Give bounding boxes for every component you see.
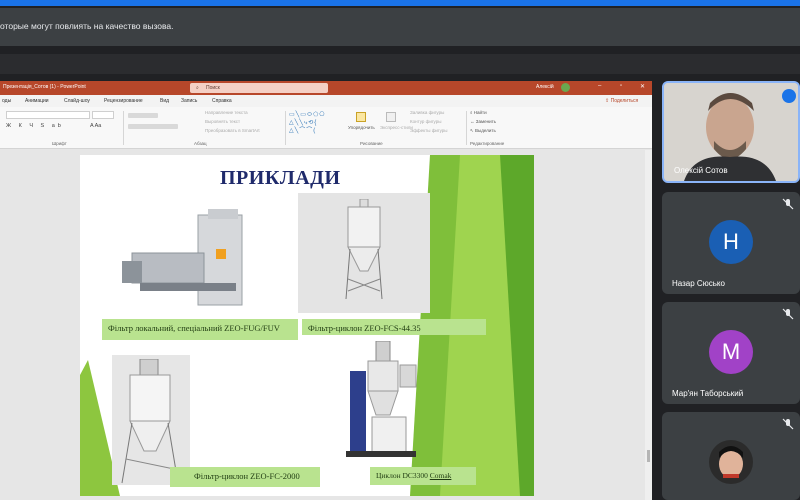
tab-review[interactable]: Рецензирование — [104, 98, 143, 104]
shape-outline-button[interactable]: Контур фигуры — [410, 119, 441, 124]
tab-view[interactable]: Вид — [160, 98, 169, 104]
ribbon-panel: Ж К Ч S ab A Aa Шрифт Направление текста… — [0, 107, 652, 149]
presentation-header-bar — [0, 54, 800, 74]
mic-off-icon — [782, 198, 794, 210]
arrange-button[interactable]: Упорядочить — [348, 125, 375, 130]
participant-name: Назар Сюсько — [672, 279, 725, 288]
shapes-gallery[interactable]: ▭╲▭⬭⬠⎔ △╲╲⤷⟲{△╲⌒⌒( — [289, 111, 345, 135]
tab-record[interactable]: Запись — [181, 98, 197, 104]
replace-button[interactable]: ↔ Заменить — [470, 119, 496, 124]
participant-name: Мар'ян Таборський — [672, 389, 744, 398]
close-icon[interactable]: ✕ — [640, 83, 645, 90]
account-avatar[interactable] — [561, 83, 570, 92]
tab-transitions[interactable]: оды — [2, 98, 11, 104]
search-box[interactable]: ⌕ Поиск — [190, 83, 328, 93]
filter-zeo-fcs-image — [345, 199, 383, 300]
drawing-group-label: Рисование — [360, 141, 383, 146]
shape-effects-button[interactable]: Эффекты фигуры — [410, 128, 448, 133]
shape-fill-button[interactable]: Заливка фигуры — [410, 110, 444, 115]
vertical-scrollbar[interactable] — [645, 150, 652, 500]
tab-slideshow[interactable]: Слайд-шоу — [64, 98, 90, 104]
mic-off-icon — [782, 308, 794, 320]
font-name-box[interactable] — [6, 111, 90, 119]
mic-off-icon — [782, 418, 794, 430]
minimize-icon[interactable]: – — [598, 83, 601, 89]
speaking-indicator-icon — [782, 89, 796, 103]
avatar: Н — [709, 220, 753, 264]
maximize-icon[interactable]: ▫ — [620, 83, 622, 89]
search-placeholder: Поиск — [206, 85, 220, 91]
arrange-icon[interactable] — [356, 112, 366, 122]
text-direction-button[interactable]: Направление текста — [205, 110, 248, 115]
font-color-icon[interactable]: A Aa — [90, 123, 101, 129]
tab-help[interactable]: Справка — [212, 98, 232, 104]
align-text-button[interactable]: Выровнять текст — [205, 119, 240, 124]
editing-group-label: Редактирование — [470, 141, 505, 146]
font-format-icons[interactable]: Ж К Ч S ab — [6, 123, 64, 129]
tab-animations[interactable]: Анимации — [25, 98, 49, 104]
list-icons[interactable] — [128, 113, 158, 118]
avatar — [709, 440, 753, 484]
paragraph-group-label: Абзац — [194, 141, 207, 146]
participant-tile-speaking[interactable]: Олексій Сотов — [662, 81, 800, 183]
shared-powerpoint-window: Презентація_Сотов (1) - PowerPoint ⌕ Пои… — [0, 81, 652, 500]
participant-tile[interactable] — [662, 412, 800, 500]
font-size-box[interactable] — [92, 111, 114, 119]
slide: ПРИКЛАДИ Фільтр локальний, спеціальний Z… — [80, 155, 534, 496]
top-accent-bar — [0, 0, 800, 6]
caption-cyclone-dc3300: Циклон DC3300 Comak — [370, 467, 476, 485]
font-group-label: Шрифт — [52, 141, 67, 146]
quick-styles-icon[interactable] — [386, 112, 396, 122]
align-icons[interactable] — [128, 124, 178, 129]
notification-text: оторые могут повлиять на качество вызова… — [0, 21, 174, 31]
call-quality-notification: оторые могут повлиять на качество вызова… — [0, 8, 800, 46]
slide-title: ПРИКЛАДИ — [220, 167, 341, 189]
powerpoint-titlebar: Презентація_Сотов (1) - PowerPoint ⌕ Пои… — [0, 81, 652, 95]
select-button[interactable]: ↖ Выделить — [470, 128, 496, 134]
account-name[interactable]: Алексій — [536, 84, 554, 90]
search-icon: ⌕ — [196, 85, 199, 91]
caption-cyclone-fc: Фільтр-циклон ZEO-FC-2000 — [170, 467, 320, 487]
smartart-button[interactable]: Преобразовать в SmartArt — [205, 128, 260, 133]
filter-zeo-fug-image — [122, 209, 243, 306]
quick-styles-button[interactable]: Экспресс-стили — [380, 125, 413, 130]
caption-cyclone-fcs: Фільтр-циклон ZEO-FCS-44.35 — [302, 319, 486, 335]
share-button[interactable]: ⇪ Поделиться — [605, 98, 638, 104]
participant-tile[interactable]: М Мар'ян Таборський — [662, 302, 800, 404]
participant-tile[interactable]: Н Назар Сюсько — [662, 192, 800, 294]
participant-name: Олексій Сотов — [674, 166, 728, 175]
cyclone-dc3300-image — [346, 341, 417, 457]
find-button[interactable]: ⌕ Найти — [470, 110, 487, 115]
ribbon-tabs: оды Анимации Слайд-шоу Рецензирование Ви… — [0, 95, 652, 107]
share-label: Поделиться — [610, 98, 639, 104]
caption-filter-local: Фільтр локальний, спеціальний ZEO-FUG/FU… — [102, 319, 298, 340]
document-title: Презентація_Сотов (1) - PowerPoint — [3, 84, 86, 90]
avatar: М — [709, 330, 753, 374]
